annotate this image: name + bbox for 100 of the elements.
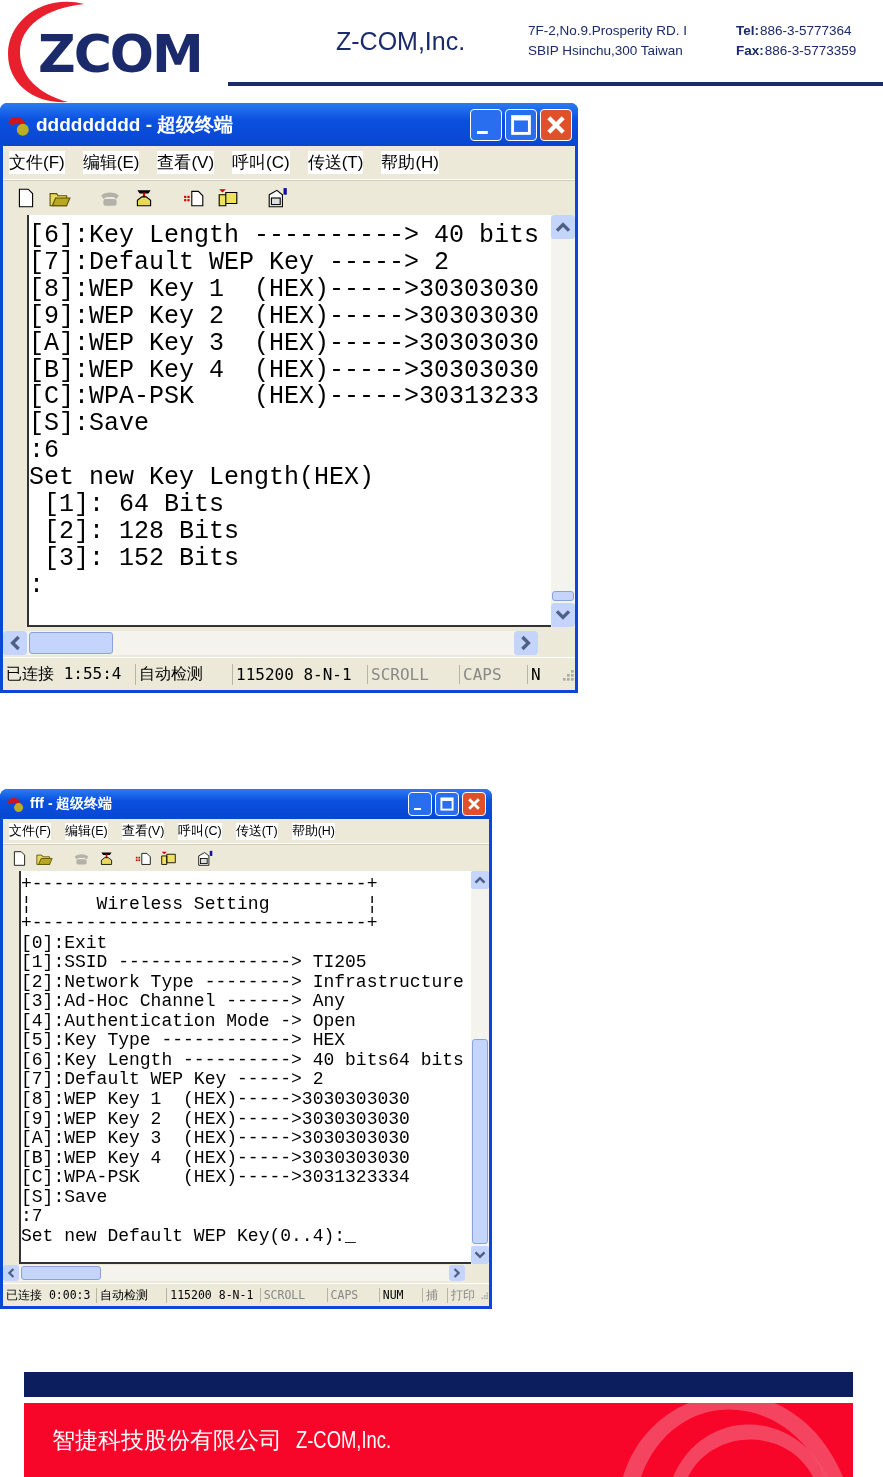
terminal-line: ¦ Wireless Setting ¦ — [21, 894, 379, 915]
menu-item[interactable]: 查看(V) — [157, 151, 215, 174]
terminal-line: [9]:WEP Key 2 (HEX)----->3030303030 — [21, 1109, 411, 1130]
menu-item[interactable]: 传送(T) — [307, 151, 364, 174]
company-name: Z-COM,Inc. — [296, 1426, 392, 1454]
terminal-line: Set new Default WEP Key(0..4):_ — [21, 1226, 357, 1247]
scroll-thumb[interactable] — [552, 591, 574, 601]
status-field: 已连接 1:55:4 — [3, 663, 136, 685]
horizontal-scrollbar[interactable] — [3, 631, 538, 655]
terminal-line: [0]:Exit — [21, 933, 109, 954]
terminal-line: [1]:SSID ----------------> TI205 — [21, 953, 368, 973]
scroll-right-icon[interactable] — [514, 631, 538, 655]
scroll-thumb[interactable] — [21, 1266, 101, 1280]
status-field: 自动检测 — [136, 663, 233, 685]
menu-item[interactable]: 编辑(E) — [82, 151, 140, 174]
close-button[interactable] — [540, 108, 572, 141]
status-field: 打印 — [447, 1287, 480, 1303]
company-name: Z-COM,Inc. — [336, 26, 467, 56]
terminal-line: [1]: 64 Bits — [43, 492, 225, 519]
terminal-line: [2]: 128 Bits — [43, 518, 241, 546]
status-field: CAPS — [327, 1288, 380, 1302]
menu-item[interactable]: 帮助(H) — [381, 151, 439, 174]
status-field: CAPS — [460, 664, 528, 684]
minimize-button[interactable] — [408, 792, 432, 816]
properties-icon[interactable] — [267, 187, 289, 209]
company-name: 智捷科技股份有限公司 — [52, 1425, 282, 1455]
status-field: SCROLL — [368, 664, 460, 684]
terminal-line: +-------------------------------+ — [21, 875, 379, 895]
status-field: 115200 8-N-1 — [167, 1288, 261, 1302]
minimize-button[interactable] — [470, 108, 502, 141]
window-title: fff - 超级终端 — [30, 795, 114, 813]
scroll-up-icon[interactable] — [551, 215, 575, 239]
menu-item[interactable]: 文件(F) — [9, 151, 65, 174]
vertical-scrollbar[interactable] — [551, 215, 575, 627]
address-line: SBIP Hsinchu,300 Taiwan — [528, 42, 684, 60]
logo-text: ZCOM — [38, 24, 202, 84]
terminal-line: [7]:Default WEP Key -----> 2 — [21, 1070, 325, 1090]
status-field: NUM — [379, 1288, 424, 1302]
close-icon — [466, 796, 482, 812]
terminal-line: Set new Key Length(HEX) — [29, 465, 376, 493]
scroll-down-icon[interactable] — [471, 1246, 489, 1264]
terminal-line: [8]:WEP Key 1 (HEX)----->30303030 — [29, 276, 541, 304]
terminal-line: [7]:Default WEP Key -----> 2 — [29, 249, 451, 277]
maximize-button[interactable] — [505, 108, 537, 141]
status-field: 115200 8-N-1 — [233, 664, 368, 684]
terminal-line: [B]:WEP Key 4 (HEX)----->30303030 — [29, 357, 541, 385]
minimize-icon — [476, 130, 488, 135]
status-field: SCROLL — [260, 1288, 328, 1302]
terminal-line: :7 — [21, 1207, 44, 1227]
scroll-down-icon[interactable] — [551, 603, 575, 627]
terminal-line: [B]:WEP Key 4 (HEX)----->3030303030 — [21, 1148, 411, 1169]
terminal-line: +-------------------------------+ — [21, 914, 379, 934]
terminal-line: [C]:WPA-PSK (HEX)----->3031323334 — [21, 1168, 411, 1188]
menu-item[interactable]: 传送(T) — [235, 822, 278, 840]
terminal-line: [3]:Ad-Hoc Channel ------> Any — [21, 992, 347, 1012]
receive-file-icon[interactable] — [217, 187, 239, 209]
terminal-line: [6]:Key Length ----------> 40 bits — [29, 223, 541, 250]
terminal-line: [S]:Save — [21, 1187, 109, 1208]
scroll-thumb[interactable] — [29, 632, 113, 654]
vertical-scrollbar[interactable] — [471, 871, 489, 1264]
terminal-line: [6]:Key Length ----------> 40 bits64 bits — [21, 1050, 465, 1071]
status-field: 已连接 0:00:3 — [3, 1287, 98, 1303]
horizontal-scrollbar[interactable] — [3, 1265, 465, 1281]
terminal-line: [A]:WEP Key 3 (HEX)----->3030303030 — [21, 1129, 411, 1149]
status-field: 捕 — [423, 1287, 448, 1303]
window-title: ddddddddd - 超级终端 — [36, 112, 235, 137]
maximize-icon — [439, 796, 455, 812]
contact-line: Tel:886-3-5777364 — [736, 22, 853, 40]
resize-grip-icon[interactable] — [479, 1290, 489, 1300]
scroll-left-icon[interactable] — [3, 631, 27, 655]
properties-icon[interactable] — [197, 849, 214, 867]
close-button[interactable] — [462, 792, 486, 816]
maximize-button[interactable] — [435, 792, 459, 816]
status-field: N — [528, 664, 548, 684]
terminal-line: [5]:Key Type ------------> HEX — [21, 1031, 347, 1051]
menu-item[interactable]: 帮助(H) — [291, 822, 335, 840]
terminal-line: [3]: 152 Bits — [43, 545, 241, 573]
terminal-line: [C]:WPA-PSK (HEX)----->30313233 — [29, 384, 541, 412]
address-line: 7F-2,No.9.Prosperity RD. I — [528, 22, 689, 40]
terminal-line: [4]:Authentication Mode -> Open — [21, 1011, 357, 1032]
menu-item[interactable]: 编辑(E) — [64, 822, 108, 840]
scroll-left-icon[interactable] — [3, 1265, 19, 1281]
terminal-line: [2]:Network Type --------> Infrastructure — [21, 972, 465, 993]
status-field: 自动检测 — [97, 1287, 168, 1303]
menu-item[interactable]: 查看(V) — [121, 822, 165, 840]
terminal-line: : — [29, 572, 45, 600]
menu-item[interactable]: 文件(F) — [9, 822, 51, 840]
scroll-thumb[interactable] — [472, 1039, 488, 1244]
menu-item[interactable]: 呼叫(C) — [232, 151, 290, 174]
terminal-line: [A]:WEP Key 3 (HEX)----->30303030 — [29, 330, 541, 358]
terminal-line: [8]:WEP Key 1 (HEX)----->3030303030 — [21, 1090, 411, 1110]
scroll-right-icon[interactable] — [449, 1265, 465, 1281]
maximize-icon — [509, 112, 533, 137]
scroll-up-icon[interactable] — [471, 871, 489, 889]
terminal-line: [S]:Save — [29, 411, 151, 439]
menu-item[interactable]: 呼叫(C) — [178, 822, 222, 840]
minimize-icon — [413, 808, 422, 811]
contact-line: Fax:886-3-5773359 — [736, 42, 857, 60]
new-document-icon[interactable] — [11, 849, 28, 867]
receive-file-icon[interactable] — [160, 849, 177, 867]
